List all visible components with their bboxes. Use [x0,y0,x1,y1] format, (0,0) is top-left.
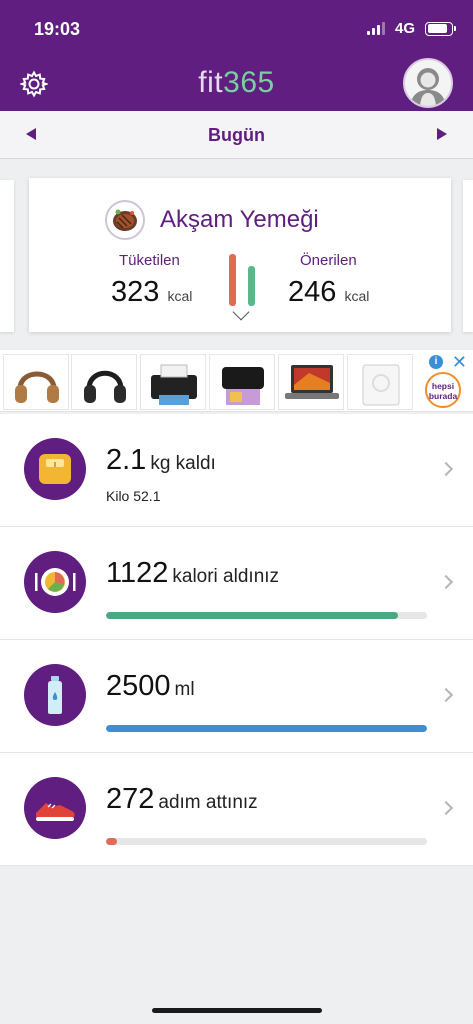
consumed-label: Tüketilen [119,252,180,269]
meal-card[interactable]: Akşam Yemeği Tüketilen Önerilen 323 kcal… [29,178,451,332]
stat-value: 1122 kalori aldınız [106,557,279,590]
current-date-label: Bugün [208,125,265,145]
battery-icon [425,21,456,36]
water-progress-bar [106,725,427,732]
sneaker-icon [36,803,75,821]
recommended-value: 246 kcal [288,276,369,309]
chevron-right-icon[interactable] [438,687,454,703]
calories-value: 1122 [106,557,169,589]
stat-row-calories[interactable]: 1122 kalori aldınız [0,527,473,640]
stat-icon-circle [24,664,86,726]
consumed-value: 323 kcal [111,276,192,309]
water-value: 2500 [106,670,171,702]
status-bar: 19:03 4G [0,0,473,58]
consumed-number: 323 [111,276,160,308]
stat-row-water[interactable]: 2500 ml [0,640,473,753]
consumed-unit: kcal [167,288,193,304]
scale-icon [39,454,71,484]
next-meal-card[interactable] [463,180,473,332]
hepsiburada-text-2: burada [428,391,458,401]
ad-product-headphones-brown[interactable] [3,354,69,410]
signal-icon [366,22,385,35]
ad-product-printer[interactable] [140,354,206,410]
meal-title: Akşam Yemeği [160,206,319,233]
stats-list: 2.1 kg kaldı Kilo 52.1 1122 kalori aldınız [0,414,473,866]
stat-value: 2500 ml [106,670,195,703]
weight-remaining-label: kg kaldı [150,453,216,474]
calories-label: kalori aldınız [172,566,280,587]
next-day-arrow-icon[interactable] [437,128,447,140]
ad-info-icon[interactable]: i [429,355,443,369]
water-bottle-icon [48,676,62,714]
water-label: ml [174,679,195,700]
stat-value: 272 adım attınız [106,783,258,816]
status-indicators: 4G [366,20,456,37]
consumed-bar [229,254,236,306]
ad-product-headphones-black[interactable] [71,354,137,410]
date-navigation: Bugün [0,111,473,159]
logo-text-365: 365 [223,66,275,99]
home-indicator[interactable] [152,1008,322,1013]
steps-progress-fill [106,838,118,845]
weight-remaining-value: 2.1 [106,444,147,476]
steak-icon [105,200,145,240]
user-avatar-icon[interactable] [403,58,453,108]
stat-value: 2.1 kg kaldı [106,444,216,477]
logo-text-fit: fit [198,66,224,99]
stat-row-steps[interactable]: 272 adım attınız [0,753,473,866]
chevron-down-icon[interactable] [232,303,250,321]
plate-icon [35,568,76,596]
steps-label: adım attınız [158,792,258,813]
steps-progress-bar [106,838,427,845]
current-weight: Kilo 52.1 [106,488,161,504]
recommended-label: Önerilen [300,252,357,269]
steps-value: 272 [106,783,155,815]
calories-progress-bar [106,612,427,619]
meal-carousel[interactable]: Akşam Yemeği Tüketilen Önerilen 323 kcal… [0,160,473,350]
chevron-right-icon[interactable] [438,461,454,477]
ad-close-icon[interactable]: ✕ [452,352,467,373]
hepsiburada-logo[interactable]: hepsi burada [425,372,461,408]
network-type: 4G [394,20,415,37]
status-time: 19:03 [34,19,81,39]
ad-product-laptop[interactable] [278,354,344,410]
water-progress-fill [106,725,427,732]
ad-product-router[interactable] [347,354,413,410]
ad-banner[interactable]: i ✕ hepsi burada [0,350,473,412]
stat-icon-circle [24,777,86,839]
previous-meal-card[interactable] [0,180,14,332]
stat-row-weight[interactable]: 2.1 kg kaldı Kilo 52.1 [0,414,473,527]
app-bar: fit365 [0,58,473,111]
stat-icon-circle [24,438,86,500]
hepsiburada-text-1: hepsi [431,381,455,391]
recommended-number: 246 [288,276,337,308]
chevron-right-icon[interactable] [438,574,454,590]
stat-icon-circle [24,551,86,613]
recommended-bar [248,266,255,306]
ad-product-photo-printer[interactable] [209,354,275,410]
chevron-right-icon[interactable] [438,800,454,816]
calories-progress-fill [106,612,399,619]
recommended-unit: kcal [344,288,370,304]
